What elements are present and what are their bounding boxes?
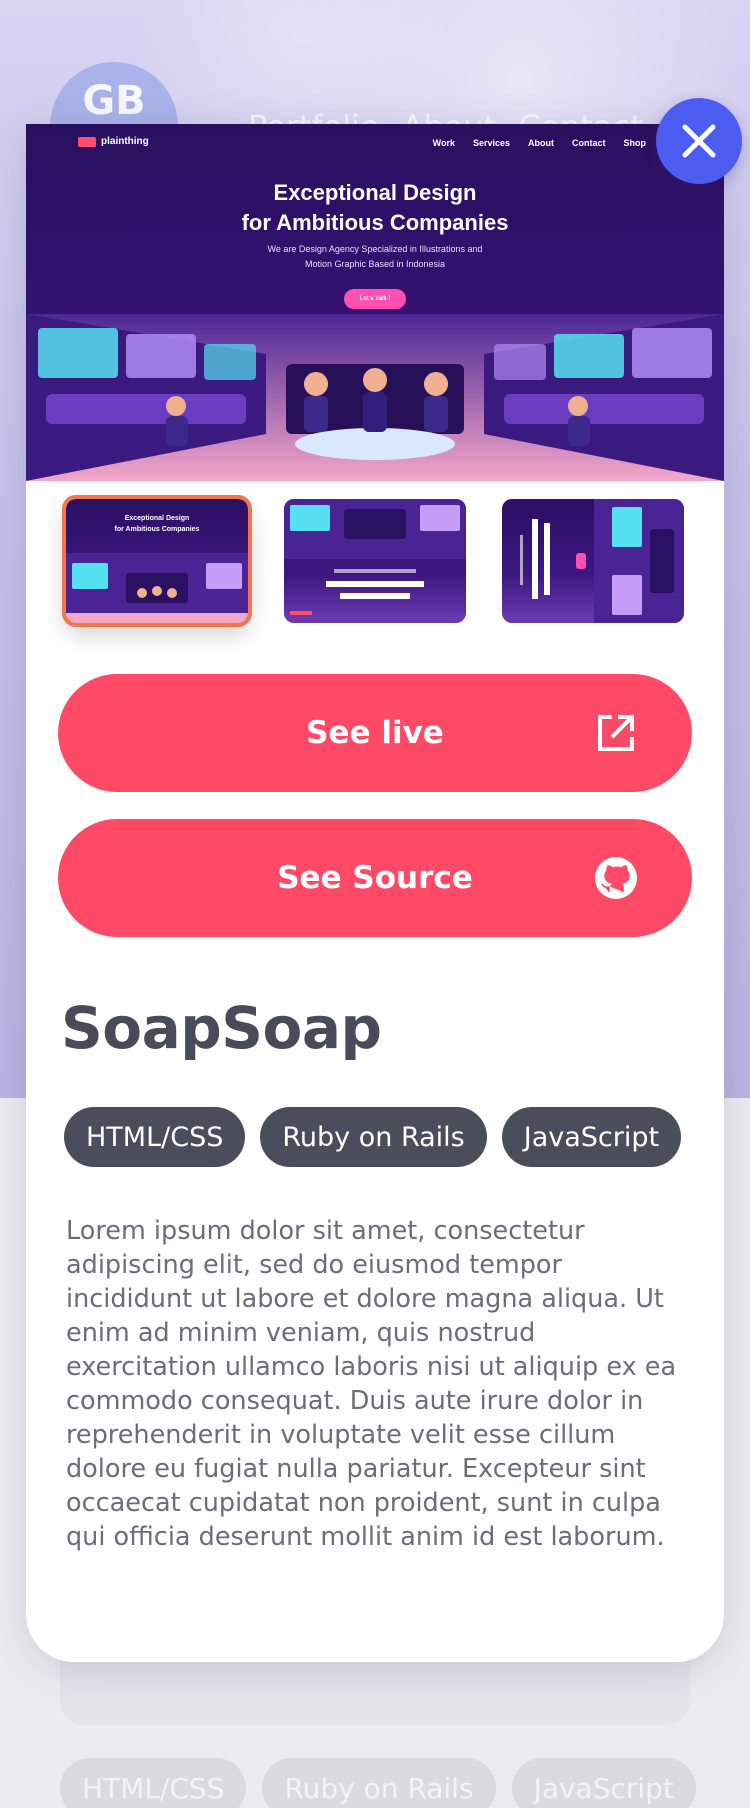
- project-main-screenshot: plainthing Work Services About Contact S…: [26, 124, 724, 481]
- screenshot-subline-line: We are Design Agency Specialized in Illu…: [267, 244, 483, 254]
- screenshot-cta: Let's Talk !: [344, 289, 406, 309]
- screenshot-subline-line: Motion Graphic Based in Indonesia: [304, 259, 446, 269]
- tag-html-css: HTML/CSS: [64, 1107, 246, 1167]
- background-tags: HTML/CSS Ruby on Rails JavaScript: [60, 1758, 696, 1808]
- tag-ruby-on-rails: Ruby on Rails: [260, 1107, 487, 1167]
- external-link-icon: [598, 715, 634, 751]
- screenshot-navbar: plainthing Work Services About Contact S…: [26, 136, 724, 160]
- screenshot-subline: We are Design Agency Specialized in Illu…: [26, 242, 724, 272]
- see-source-button[interactable]: See Source: [58, 819, 692, 937]
- background-tag: HTML/CSS: [60, 1758, 247, 1808]
- thumbnail-illustration: [66, 553, 248, 623]
- screenshot-headline: Exceptional Design for Ambitious Compani…: [26, 178, 724, 238]
- brand-logo-icon: [78, 136, 96, 147]
- thumbnail-1[interactable]: Exceptional Design for Ambitious Compani…: [62, 495, 252, 627]
- screenshot-nav-item: Shop: [623, 138, 647, 148]
- thumbnail-title-line: Exceptional Design: [124, 515, 190, 522]
- project-title: SoapSoap: [61, 994, 382, 1062]
- see-source-label: See Source: [277, 860, 473, 896]
- project-tags: HTML/CSS Ruby on Rails JavaScript: [64, 1107, 682, 1167]
- thumbnail-3[interactable]: [502, 499, 684, 623]
- thumbnail-title: Exceptional Design for Ambitious Compani…: [66, 513, 248, 535]
- github-icon: [595, 857, 637, 899]
- see-live-label: See live: [306, 715, 444, 751]
- screenshot-illustration: [26, 314, 724, 481]
- screenshot-nav-item: About: [528, 138, 554, 148]
- close-icon: [682, 124, 716, 158]
- thumbnail-illustration: [284, 499, 466, 615]
- background-tag: Ruby on Rails: [262, 1758, 496, 1808]
- screenshot-nav-item: Services: [472, 138, 510, 148]
- screenshot-nav-item: Work: [432, 138, 455, 148]
- tag-javascript: JavaScript: [501, 1107, 682, 1167]
- background-tag: JavaScript: [511, 1758, 696, 1808]
- thumbnail-illustration: [520, 499, 684, 623]
- screenshot-headline-line: for Ambitious Companies: [241, 210, 509, 235]
- screenshot-headline-line: Exceptional Design: [273, 180, 477, 205]
- project-description: Lorem ipsum dolor sit amet, consectetur …: [66, 1216, 677, 1552]
- screenshot-brand: plainthing: [78, 136, 149, 147]
- close-modal-button[interactable]: [656, 98, 742, 184]
- project-modal: plainthing Work Services About Contact S…: [26, 124, 724, 1662]
- screenshot-nav-links: Work Services About Contact Shop: [433, 138, 646, 148]
- see-live-button[interactable]: See live: [58, 674, 692, 792]
- thumbnail-strip: Exceptional Design for Ambitious Compani…: [62, 495, 684, 627]
- screenshot-nav-item: Contact: [572, 138, 606, 148]
- screenshot-brand-name: plainthing: [101, 136, 149, 147]
- thumbnail-2[interactable]: [284, 499, 466, 623]
